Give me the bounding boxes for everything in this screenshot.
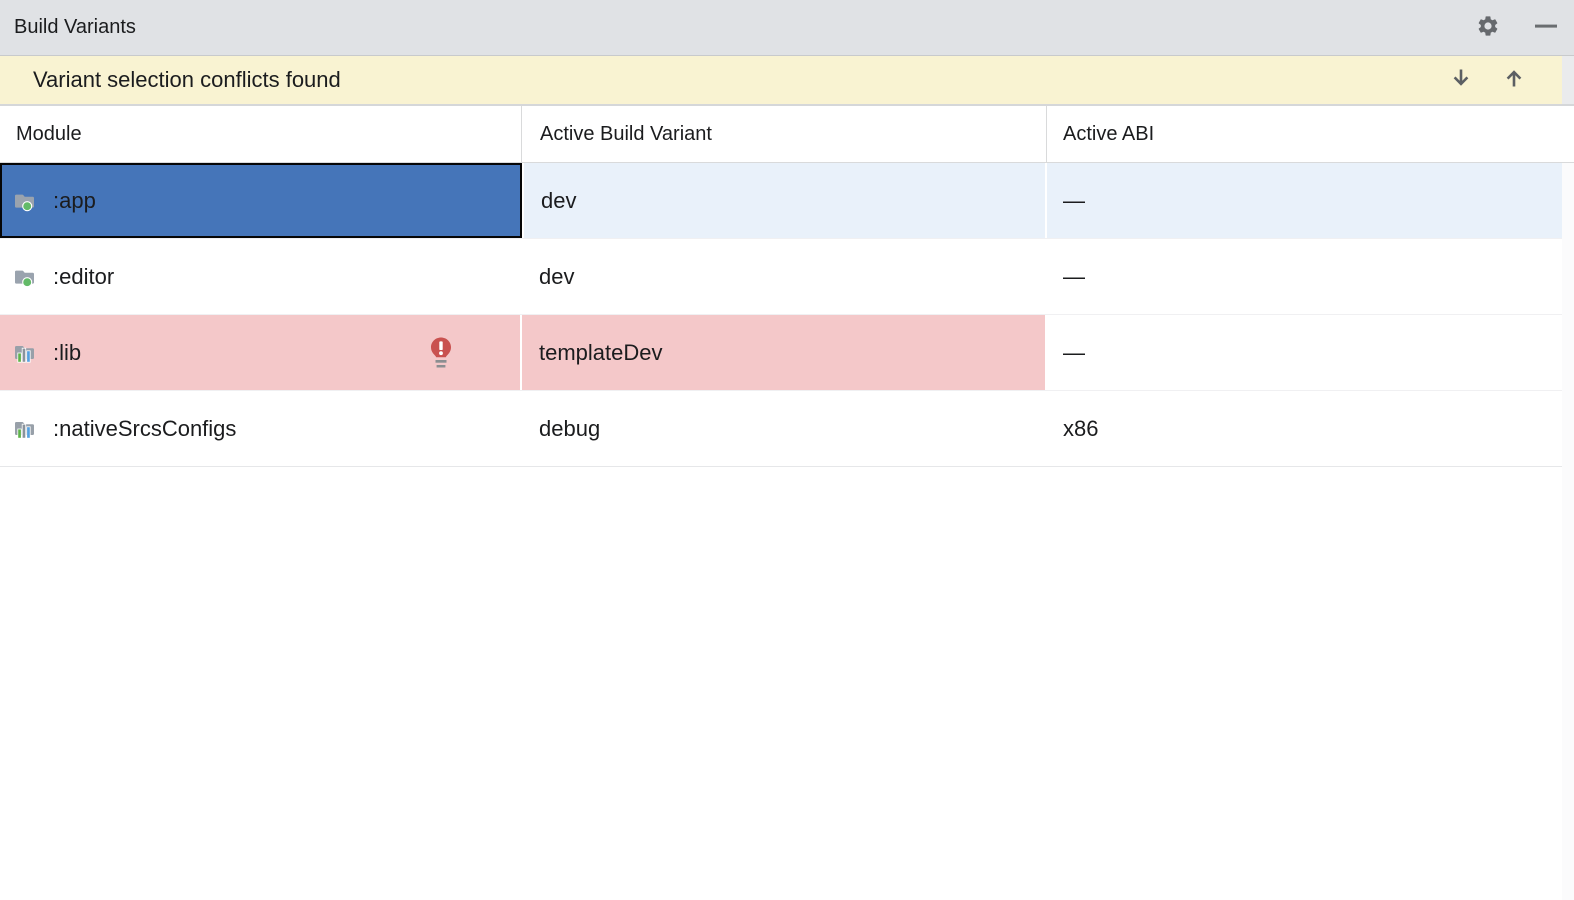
previous-conflict-button[interactable] xyxy=(1499,65,1529,95)
page-title: Build Variants xyxy=(14,16,136,38)
minimize-icon xyxy=(1533,13,1559,44)
abi-cell[interactable]: — xyxy=(1047,163,1562,238)
table-row[interactable]: :editor dev — xyxy=(0,239,1562,315)
module-name: :nativeSrcsConfigs xyxy=(53,415,237,441)
module-name: :lib xyxy=(53,339,82,365)
column-header-active-abi: Active ABI xyxy=(1063,122,1155,145)
build-variant-cell[interactable]: debug xyxy=(522,391,1047,466)
table-row[interactable]: :lib templateDev — xyxy=(0,315,1562,391)
library-module-icon xyxy=(14,342,36,364)
library-module-icon xyxy=(14,418,36,440)
module-cell[interactable]: :editor xyxy=(0,239,522,314)
abi-cell[interactable]: — xyxy=(1047,315,1562,390)
settings-button[interactable] xyxy=(1473,13,1503,43)
scrollbar-gutter-banner xyxy=(1562,56,1574,104)
module-cell[interactable]: :nativeSrcsConfigs xyxy=(0,391,522,466)
column-header-module: Module xyxy=(0,106,522,162)
tool-window-titlebar: Build Variants xyxy=(0,0,1574,56)
android-module-icon xyxy=(14,266,36,288)
module-cell[interactable]: :app xyxy=(0,163,522,238)
gear-icon xyxy=(1476,14,1500,43)
table-header: Module Active Build Variant Active ABI xyxy=(0,106,1574,163)
scrollbar-gutter xyxy=(1562,163,1574,900)
arrow-up-icon xyxy=(1502,66,1526,95)
table-row[interactable]: :app dev — xyxy=(0,163,1562,239)
column-header-active-build-variant: Active Build Variant xyxy=(522,106,1047,162)
module-name: :editor xyxy=(53,263,115,289)
conflict-banner: Variant selection conflicts found xyxy=(0,56,1562,104)
build-variant-cell[interactable]: dev xyxy=(522,163,1047,238)
abi-cell[interactable]: — xyxy=(1047,239,1562,314)
abi-cell[interactable]: x86 xyxy=(1047,391,1562,466)
conflict-banner-message: Variant selection conflicts found xyxy=(33,67,341,92)
module-name: :app xyxy=(53,187,96,213)
next-conflict-button[interactable] xyxy=(1446,65,1476,95)
table-row[interactable]: :nativeSrcsConfigs debug x86 xyxy=(0,391,1562,467)
build-variant-cell[interactable]: templateDev xyxy=(522,315,1047,390)
arrow-down-icon xyxy=(1449,66,1473,95)
conflict-bulb-icon[interactable] xyxy=(428,336,454,370)
build-variant-cell[interactable]: dev xyxy=(522,239,1047,314)
module-cell[interactable]: :lib xyxy=(0,315,522,390)
android-module-icon xyxy=(14,190,36,212)
minimize-button[interactable] xyxy=(1531,13,1561,43)
